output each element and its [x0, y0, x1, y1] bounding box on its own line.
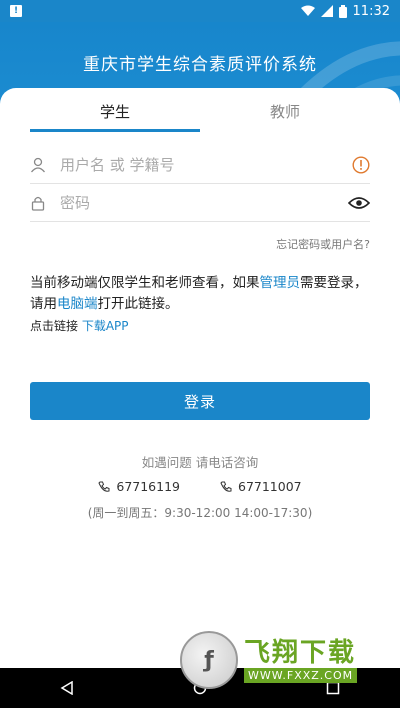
username-input[interactable] — [52, 155, 346, 174]
battery-icon — [338, 4, 347, 18]
page-title: 重庆市学生综合素质评价系统 — [83, 55, 317, 75]
user-icon — [30, 157, 52, 173]
admin-link[interactable]: 管理员 — [260, 275, 301, 291]
notice-text: 当前移动端仅限学生和老师查看，如果管理员需要登录，请用电脑端打开此链接。 — [30, 273, 375, 315]
desktop-link[interactable]: 电脑端 — [57, 296, 98, 312]
notice-part1: 当前移动端仅限学生和老师查看，如果 — [30, 275, 260, 291]
notification-icon: ! — [10, 5, 22, 17]
eye-icon[interactable] — [346, 196, 370, 210]
password-input[interactable] — [52, 193, 346, 212]
watermark-logo-icon: ƒ — [180, 631, 238, 689]
login-button[interactable]: 登录 — [30, 382, 370, 420]
phone-number: 67716119 — [116, 479, 180, 494]
download-app-link[interactable]: 下载APP — [82, 319, 129, 333]
watermark-main: 飞翔下载 — [244, 637, 357, 668]
phone-icon — [98, 481, 110, 492]
wm-text: 飞翔下载 WWW.FXXZ.COM — [244, 637, 358, 683]
watermark-sub: WWW.FXXZ.COM — [244, 667, 358, 683]
signal-icon — [320, 5, 333, 17]
status-bar: ! 11:32 — [0, 0, 400, 22]
status-time: 11:32 — [352, 3, 390, 19]
service-hours: (周一到周五：9:30-12:00 14:00-17:30) — [87, 506, 313, 520]
warning-icon — [346, 155, 370, 174]
wifi-icon — [300, 5, 315, 16]
phone-icon — [220, 481, 232, 492]
phone-item[interactable]: 67716119 — [98, 479, 180, 494]
back-icon[interactable] — [60, 681, 74, 695]
notice-part3: 打开此链接。 — [97, 296, 179, 312]
forgot-password-link[interactable]: 忘记密码或用户名? — [276, 236, 370, 252]
status-right: 11:32 — [300, 3, 390, 19]
phone-item[interactable]: 67711007 — [220, 479, 302, 494]
tab-student[interactable]: 学生 — [30, 88, 200, 132]
help-text: 如遇问题 请电话咨询 — [141, 455, 259, 470]
login-card: 学生 教师 忘记密码或用户名? 当前移动端仅限学生和老师查看，如果管理员需要登录… — [0, 88, 400, 668]
username-field — [30, 146, 370, 184]
password-field — [30, 184, 370, 222]
phone-number: 67711007 — [238, 479, 302, 494]
download-prefix: 点击链接 — [30, 319, 82, 333]
watermark: ƒ 飞翔下载 WWW.FXXZ.COM — [180, 630, 390, 690]
lock-icon — [30, 195, 52, 211]
phone-list: 67716119 67711007 — [0, 479, 400, 494]
download-notice: 点击链接 下载APP — [30, 317, 129, 334]
role-tabs: 学生 教师 — [30, 88, 370, 132]
tab-teacher[interactable]: 教师 — [200, 88, 370, 132]
